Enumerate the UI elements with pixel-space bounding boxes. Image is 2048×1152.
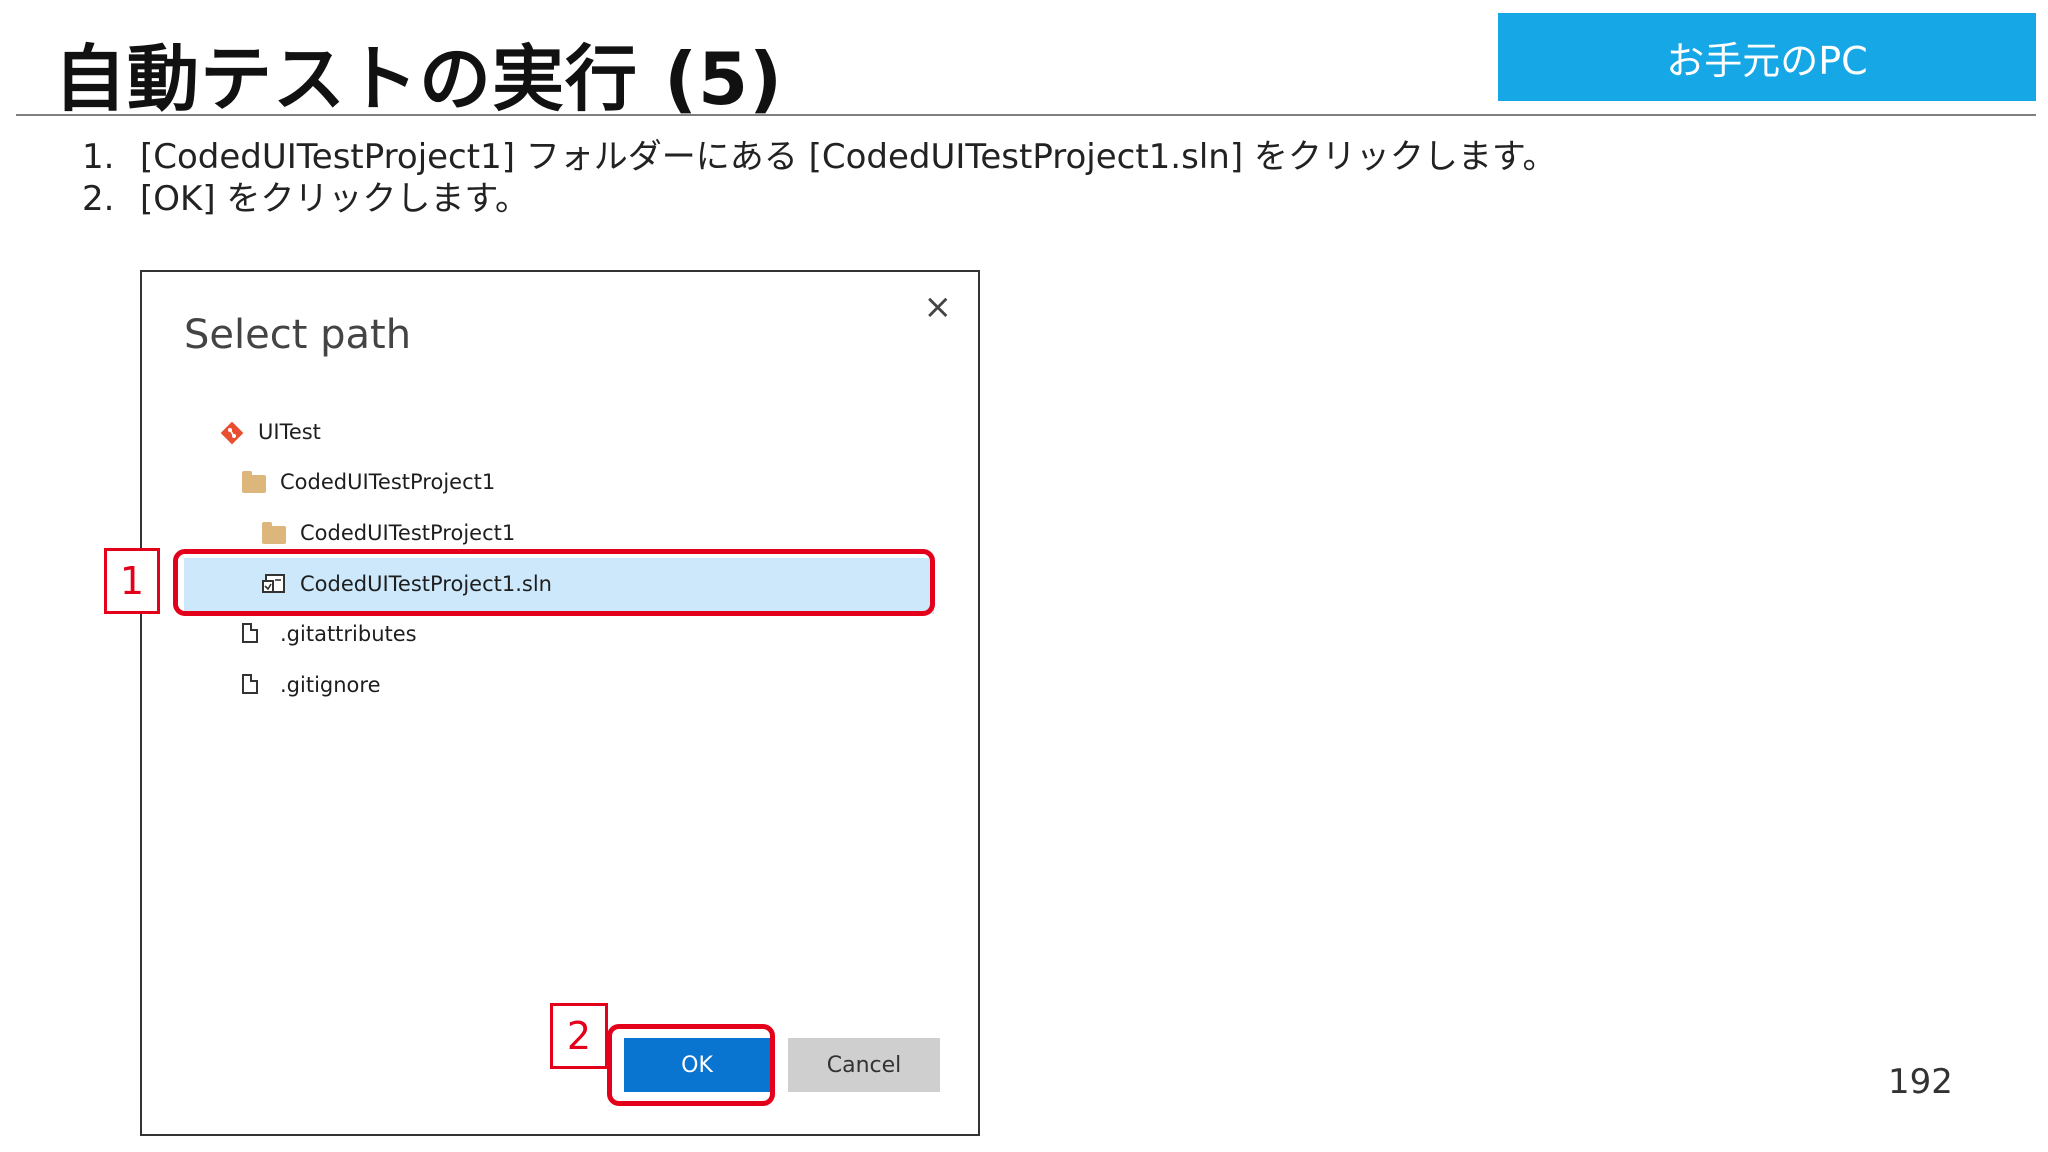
step-number: 1. (82, 137, 115, 177)
tree-item-folder[interactable]: CodedUITestProject1 (242, 454, 495, 510)
git-repo-icon (220, 421, 246, 445)
step-number: 2. (82, 179, 115, 219)
step-text: [OK] をクリックします。 (140, 179, 529, 219)
folder-icon (262, 522, 288, 544)
tree-item-label: .gitignore (280, 673, 381, 697)
page-number: 192 (1888, 1062, 1953, 1102)
instruction-step-1: 1. [CodedUITestProject1] フォルダーにある [Coded… (82, 136, 1557, 178)
file-icon (242, 674, 268, 696)
environment-badge: お手元のPC (1498, 13, 2036, 101)
cancel-button[interactable]: Cancel (788, 1038, 940, 1092)
close-icon[interactable]: × (924, 290, 953, 324)
callout-label-1: 1 (104, 548, 160, 614)
title-divider (16, 114, 2036, 116)
file-icon (242, 623, 268, 645)
callout-highlight-2 (607, 1024, 775, 1106)
callout-label-2: 2 (550, 1003, 608, 1069)
tree-item-label: UITest (258, 420, 321, 444)
tree-item-file[interactable]: .gitignore (242, 657, 381, 713)
tree-item-label: CodedUITestProject1 (280, 470, 496, 494)
tree-item-label: CodedUITestProject1 (300, 521, 516, 545)
tree-item-label: .gitattributes (280, 622, 417, 646)
callout-highlight-1 (173, 549, 935, 616)
tree-item-uitest[interactable]: UITest (220, 404, 321, 460)
step-text: [CodedUITestProject1] フォルダーにある [CodedUIT… (140, 137, 1557, 177)
instruction-step-2: 2. [OK] をクリックします。 (82, 178, 1557, 220)
folder-icon (242, 471, 268, 493)
slide-title: 自動テストの実行 (5) (54, 37, 783, 121)
dialog-title: Select path (184, 312, 412, 358)
instruction-list: 1. [CodedUITestProject1] フォルダーにある [Coded… (82, 136, 1557, 220)
